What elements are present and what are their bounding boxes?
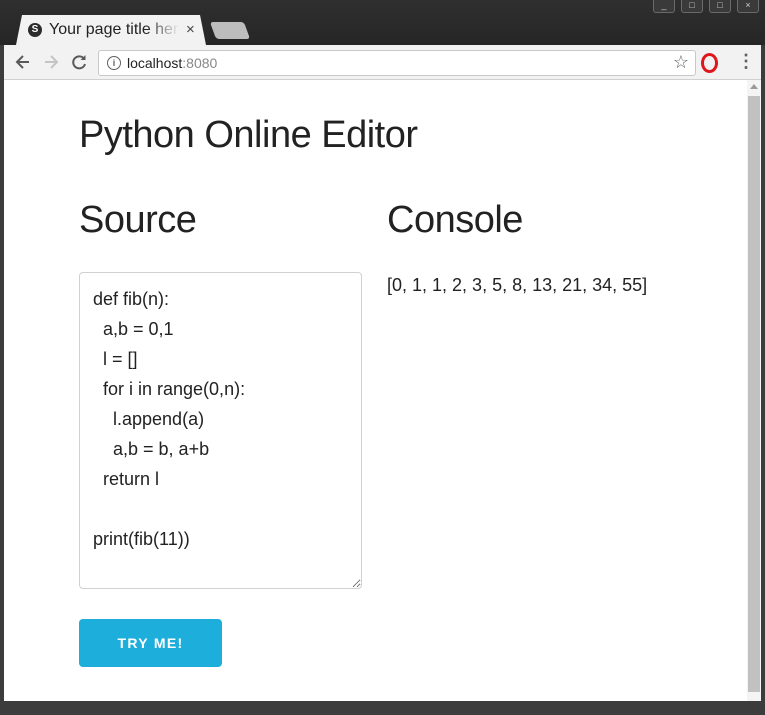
tab-favicon-icon: S [28, 23, 42, 37]
url-host: localhost [127, 55, 183, 71]
scrollbar-thumb[interactable] [748, 96, 760, 692]
reload-icon[interactable] [68, 51, 90, 73]
url-port: :8080 [182, 55, 218, 71]
bookmark-star-icon[interactable]: ☆ [673, 52, 689, 73]
browser-menu-icon[interactable]: ⋮ [737, 49, 755, 73]
opera-extension-icon[interactable] [701, 53, 718, 73]
page-viewport: Python Online Editor Source Console def … [4, 80, 761, 701]
page-title: Python Online Editor [79, 114, 418, 156]
restore-button[interactable]: □ [681, 0, 703, 13]
source-code-editor[interactable]: def fib(n): a,b = 0,1 l = [] for i in ra… [79, 272, 362, 589]
tab-title: Your page title here [49, 21, 179, 38]
console-heading: Console [387, 199, 523, 241]
close-window-button[interactable]: × [737, 0, 759, 13]
minimize-button[interactable]: _ [653, 0, 675, 13]
window-controls: _ □ □ × [653, 0, 759, 13]
url-text[interactable]: localhost:8080 [127, 55, 217, 71]
vertical-scrollbar[interactable] [747, 80, 761, 701]
scroll-up-arrow-icon[interactable] [750, 84, 758, 89]
browser-toolbar: i localhost:8080 ☆ ⋮ [4, 45, 761, 80]
console-output: [0, 1, 1, 2, 3, 5, 8, 13, 21, 34, 55] [387, 275, 648, 295]
maximize-button[interactable]: □ [709, 0, 731, 13]
address-bar[interactable]: i localhost:8080 ☆ [98, 50, 696, 76]
browser-titlebar: _ □ □ × S Your page title here × [0, 0, 765, 45]
tab-close-icon[interactable]: × [186, 21, 195, 38]
site-info-icon[interactable]: i [107, 56, 121, 70]
window-bottom-frame [0, 701, 765, 715]
active-tab[interactable]: S Your page title here × [16, 15, 206, 45]
source-heading: Source [79, 199, 197, 241]
back-arrow-icon[interactable] [12, 51, 34, 73]
forward-arrow-icon[interactable] [40, 51, 62, 73]
new-tab-button[interactable] [209, 22, 251, 39]
try-me-button[interactable]: TRY ME! [79, 619, 222, 667]
